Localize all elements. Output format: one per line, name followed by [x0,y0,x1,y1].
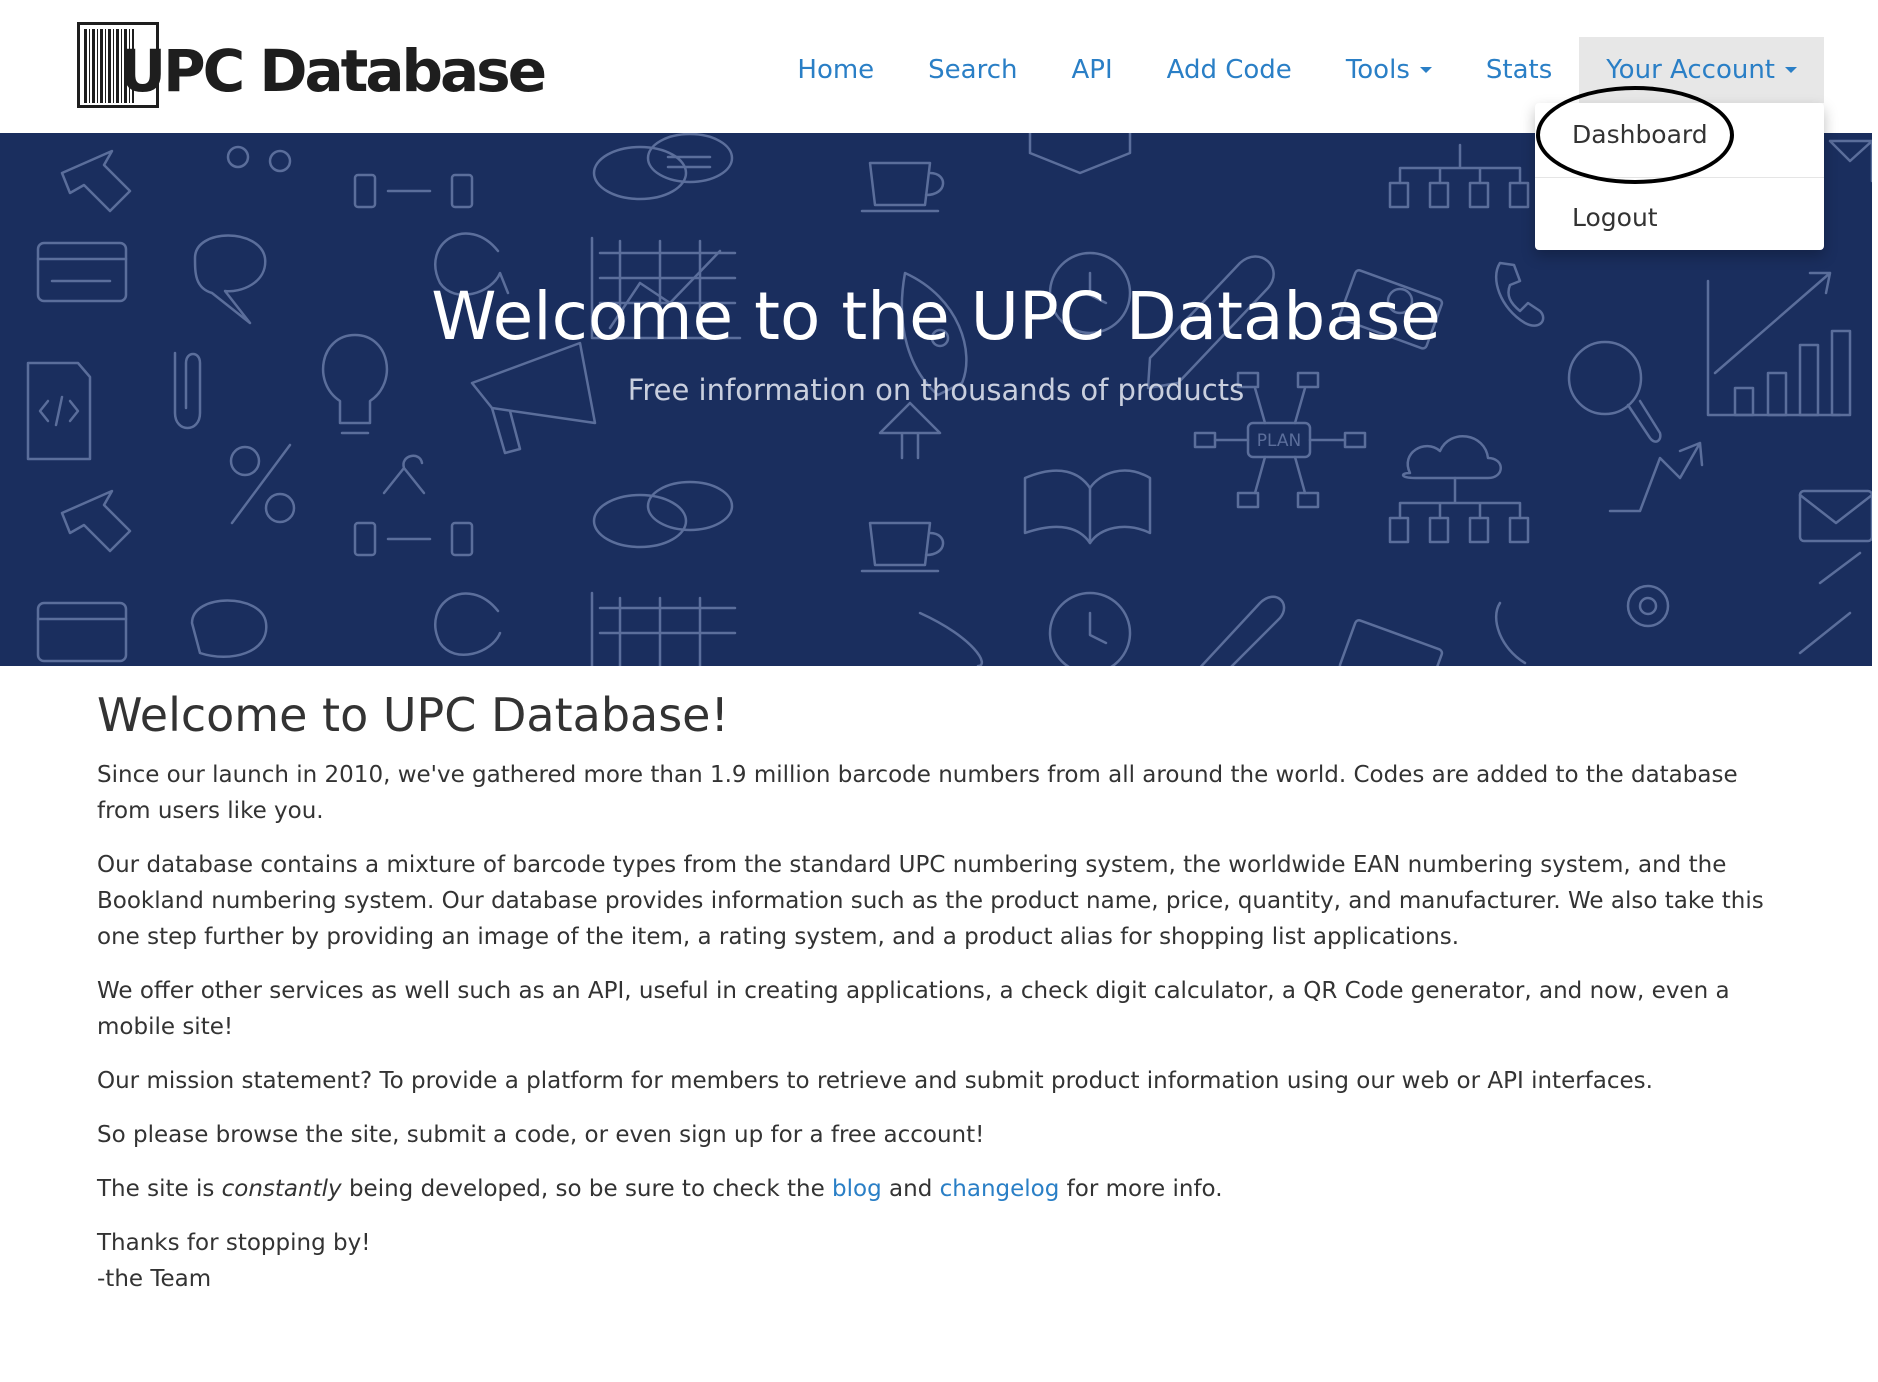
logo-text: UPC Database [119,37,547,105]
nav-add-code[interactable]: Add Code [1140,37,1319,103]
services-paragraph: We offer other services as well such as … [97,977,1730,1040]
nav-api[interactable]: API [1045,37,1140,103]
caret-down-icon [1419,67,1432,73]
dashboard-menu-item[interactable]: Dashboard [1572,120,1708,149]
dev-text-middle: being developed, so be sure to check the [348,1175,825,1202]
dropdown-divider [1535,177,1824,178]
logout-menu-item[interactable]: Logout [1572,203,1658,232]
nav-search-label: Search [928,55,1018,85]
main-nav: Home Search API Add Code Tools Stats You… [770,37,1824,103]
site-logo[interactable]: UPC Database [77,22,547,112]
coffee-cup-doodle-icon [860,161,945,573]
blog-link[interactable]: blog [832,1176,882,1202]
intro-paragraph: Since our launch in 2010, we've gathered… [97,761,1738,824]
changelog-link[interactable]: changelog [940,1176,1060,1202]
nav-stats-label: Stats [1485,55,1553,85]
main-content: Welcome to UPC Database! Since our launc… [97,690,1787,1315]
svg-text:PLAN: PLAN [1257,431,1301,451]
browse-paragraph: So please browse the site, submit a code… [97,1121,985,1148]
mission-paragraph: Our mission statement? To provide a plat… [97,1067,1653,1094]
barcode-types-paragraph: Our database contains a mixture of barco… [97,851,1764,950]
nav-search[interactable]: Search [901,37,1044,103]
nav-add-code-label: Add Code [1166,55,1292,85]
closing-paragraph: Thanks for stopping by! -the Team [97,1225,1787,1297]
nav-your-account[interactable]: Your Account [1579,37,1824,103]
nav-tools-label: Tools [1345,55,1410,85]
nav-stats[interactable]: Stats [1459,37,1579,103]
dev-text-after: for more info. [1066,1175,1223,1202]
account-dropdown-menu: Dashboard Logout [1535,103,1824,250]
phone-network-doodle-icon [353,173,474,557]
dev-text-before: The site is [97,1175,215,1202]
hero-title: Welcome to the UPC Database [431,278,1441,355]
nav-tools[interactable]: Tools [1319,37,1459,103]
hero-subtitle: Free information on thousands of product… [627,373,1245,407]
dev-text-emphasis: constantly [221,1175,342,1202]
nav-home-label: Home [797,55,875,85]
thanks-text: Thanks for stopping by! [97,1229,371,1256]
nav-your-account-label: Your Account [1606,55,1775,85]
signature-text: -the Team [97,1265,212,1292]
dev-text-and: and [889,1175,933,1202]
nav-home[interactable]: Home [770,37,901,103]
at-sign-doodle-icon [1626,551,1862,655]
page-heading: Welcome to UPC Database! [97,688,729,742]
development-paragraph: The site is constantly being developed, … [97,1171,1787,1207]
caret-down-icon [1785,67,1797,73]
nav-api-label: API [1071,55,1113,85]
